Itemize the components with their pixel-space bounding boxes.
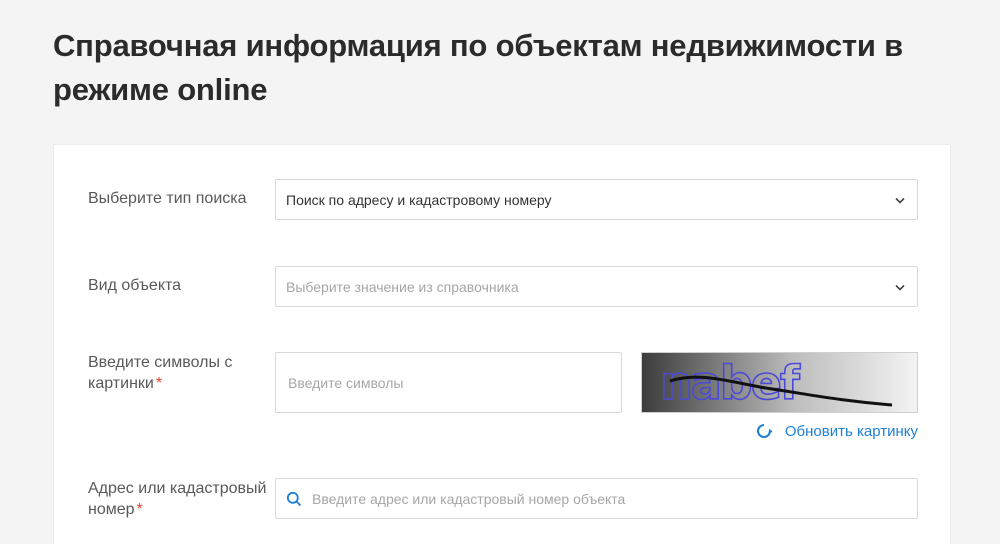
chevron-down-icon [893, 193, 907, 207]
search-form-card: Выберите тип поиска Поиск по адресу и ка… [53, 144, 951, 544]
captcha-label: Введите символы с картинки * [88, 352, 258, 394]
refresh-icon [756, 424, 773, 438]
address-label: Адрес или кадастровый номер * [88, 478, 268, 520]
page-title: Справочная информация по объектам недвиж… [53, 28, 903, 107]
required-mark: * [136, 501, 143, 518]
search-type-label: Выберите тип поиска [88, 190, 247, 207]
object-type-placeholder: Выберите значение из справочника [286, 278, 519, 295]
address-placeholder: Введите адрес или кадастровый номер объе… [312, 490, 626, 507]
object-type-label: Вид объекта [88, 277, 182, 294]
search-type-select[interactable]: Поиск по адресу и кадастровому номеру [275, 179, 918, 220]
address-search-input[interactable]: Введите адрес или кадастровый номер объе… [275, 478, 918, 519]
captcha-placeholder: Введите символы [288, 374, 404, 391]
search-type-value: Поиск по адресу и кадастровому номеру [286, 191, 552, 208]
refresh-captcha-button[interactable]: Обновить картинку [734, 420, 918, 442]
search-icon [286, 491, 302, 506]
address-label-text: Адрес или кадастровый номер [88, 480, 267, 518]
captcha-image: nabef [641, 352, 918, 413]
chevron-down-icon [893, 280, 907, 294]
captcha-text: nabef [660, 356, 801, 410]
object-type-select[interactable]: Выберите значение из справочника [275, 266, 918, 307]
required-mark: * [155, 375, 163, 392]
refresh-captcha-label: Обновить картинку [784, 422, 918, 440]
captcha-input[interactable]: Введите символы [275, 352, 622, 413]
